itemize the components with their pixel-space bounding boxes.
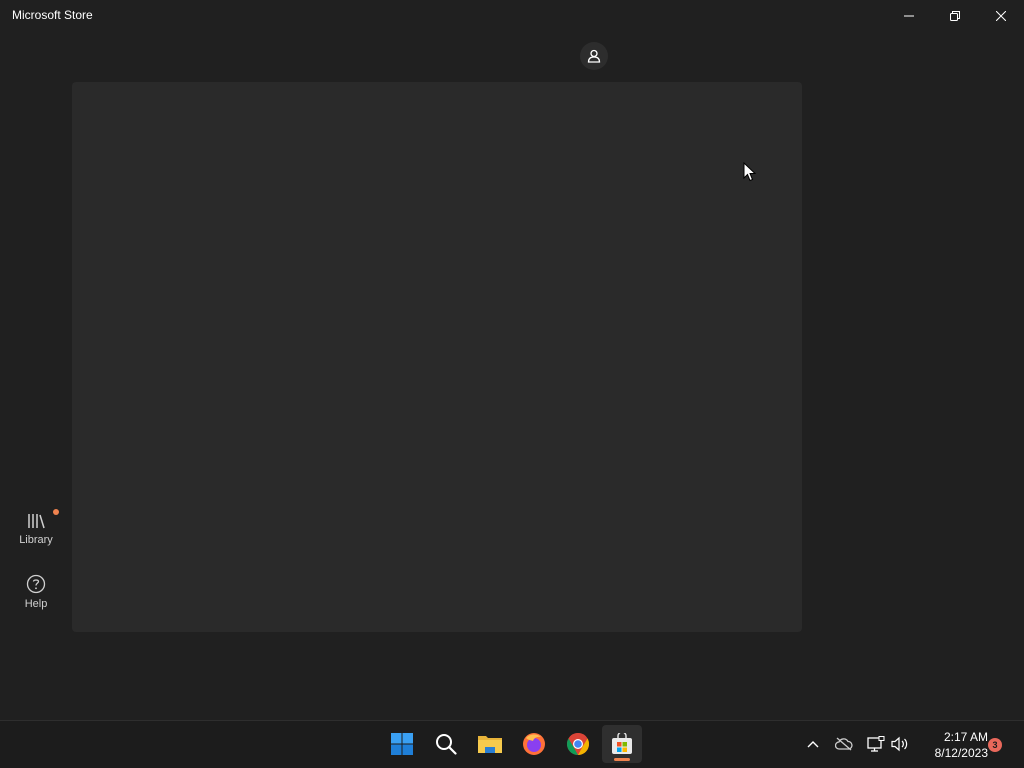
library-icon xyxy=(28,514,45,529)
close-icon xyxy=(996,11,1006,21)
network-icon xyxy=(867,736,885,752)
onedrive-offline-icon xyxy=(835,737,853,751)
mouse-cursor-icon xyxy=(743,162,757,182)
firefox-icon xyxy=(523,733,545,755)
account-button[interactable] xyxy=(580,42,608,70)
minimize-button[interactable] xyxy=(886,0,932,32)
sidebar-item-label: Help xyxy=(24,598,48,610)
taskbar-search-button[interactable] xyxy=(426,725,466,763)
clock-date: 8/12/2023 xyxy=(934,746,988,760)
active-app-indicator xyxy=(614,758,630,761)
onedrive-tray-button[interactable] xyxy=(834,733,854,755)
sidebar-item-library[interactable]: Library xyxy=(12,509,60,546)
window-title: Microsoft Store xyxy=(12,8,93,22)
clock-time: 2:17 AM xyxy=(943,730,988,744)
network-tray-button[interactable] xyxy=(866,733,886,755)
restore-button[interactable] xyxy=(932,0,978,32)
search-icon xyxy=(436,734,457,755)
store-icon xyxy=(612,733,632,754)
sidebar-item-label: Library xyxy=(19,534,53,546)
taskbar-firefox[interactable] xyxy=(514,725,554,763)
taskbar-file-explorer[interactable] xyxy=(470,725,510,763)
restore-icon xyxy=(950,11,960,21)
volume-tray-button[interactable] xyxy=(890,733,910,755)
minimize-icon xyxy=(904,15,914,17)
taskbar-chrome[interactable] xyxy=(558,725,598,763)
sidebar-item-help[interactable]: Help xyxy=(12,574,60,610)
windows-start-icon xyxy=(391,733,413,755)
taskbar-microsoft-store[interactable] xyxy=(602,725,642,763)
help-icon xyxy=(26,574,46,594)
taskbar-clock[interactable]: 2:17 AM 8/12/2023 xyxy=(918,729,988,761)
chrome-icon xyxy=(567,733,589,755)
chevron-up-icon xyxy=(807,741,819,748)
folder-icon xyxy=(478,736,502,753)
taskbar-start-button[interactable] xyxy=(382,725,422,763)
library-update-badge xyxy=(53,509,59,515)
title-bar[interactable]: Microsoft Store xyxy=(0,0,1024,32)
taskbar: 2:17 AM 8/12/2023 3 xyxy=(0,720,1024,768)
user-icon xyxy=(587,49,601,63)
main-content-panel xyxy=(72,82,802,632)
notification-count-badge[interactable]: 3 xyxy=(988,738,1002,752)
window-controls xyxy=(886,0,1024,32)
close-button[interactable] xyxy=(978,0,1024,32)
volume-icon xyxy=(891,736,908,752)
show-hidden-icons-button[interactable] xyxy=(803,733,823,755)
microsoft-store-window: Microsoft Store Library Help xyxy=(0,0,1024,720)
